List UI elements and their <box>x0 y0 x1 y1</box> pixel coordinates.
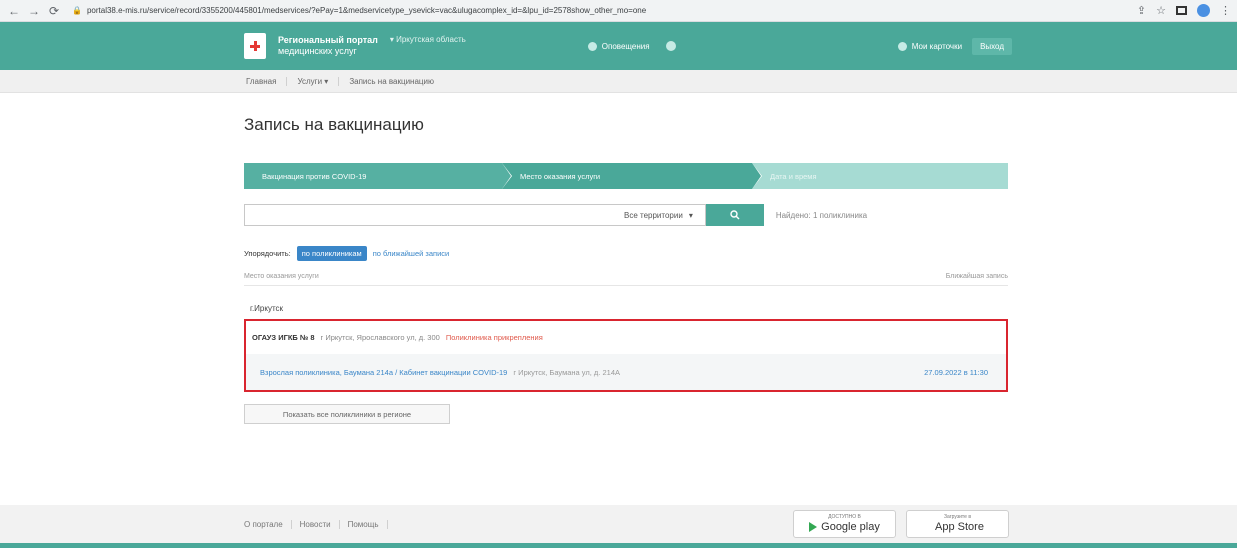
forward-icon[interactable]: → <box>26 3 42 19</box>
column-place: Место оказания услуги <box>244 273 319 280</box>
notifications-label: Оповещения <box>601 41 650 51</box>
page-title: Запись на вакцинацию <box>244 115 424 134</box>
cabinet-address: г Иркутск, Баумана ул, д. 214А <box>513 367 620 377</box>
city-heading: г.Иркутск <box>250 304 284 313</box>
address-bar[interactable]: 🔒 portal38.e-mis.ru/service/record/33552… <box>72 3 812 19</box>
territory-select[interactable]: Все территории ▾ <box>624 204 706 226</box>
app-store-label: App Store <box>935 521 984 533</box>
menu-icon[interactable]: ⋮ <box>1220 4 1231 17</box>
logo[interactable] <box>244 33 266 59</box>
sort-by-nearest-link[interactable]: по ближайшей записи <box>373 249 449 258</box>
logout-button[interactable]: Выход <box>972 37 1012 55</box>
profile-icon[interactable] <box>1197 4 1210 17</box>
breadcrumb-home[interactable]: Главная <box>246 76 288 86</box>
result-card: ОГАУЗ ИГКБ № 8 г Иркутск, Ярославского у… <box>244 319 1008 392</box>
clinic-name: ОГАУЗ ИГКБ № 8 <box>252 333 315 342</box>
cabinet-link[interactable]: Взрослая поликлиника, Баумана 214а / Каб… <box>260 368 507 377</box>
card-icon <box>897 41 907 51</box>
search-row: Все территории ▾ Найдено: 1 поликлиника <box>244 204 1008 226</box>
app-store-small: Загрузите в <box>944 514 971 520</box>
attachment-badge: Поликлиника прикрепления <box>445 333 543 342</box>
google-play-icon <box>809 522 818 532</box>
clinic-row: ОГАУЗ ИГКБ № 8 г Иркутск, Ярославского у… <box>246 321 1006 354</box>
site-header: Региональный портал медицинских услуг ▾ … <box>0 22 1237 70</box>
nearest-date-link[interactable]: 27.09.2022 в 11:30 <box>924 368 988 377</box>
footer-help-link[interactable]: Помощь <box>348 519 388 529</box>
step-place[interactable]: Место оказания услуги <box>502 163 762 189</box>
breadcrumb-services[interactable]: Услуги ▾ <box>297 76 340 86</box>
google-play-small: ДОСТУПНО В <box>828 514 861 520</box>
footer-news-link[interactable]: Новости <box>300 519 340 529</box>
step-datetime: Дата и время <box>752 163 1008 189</box>
app-store-button[interactable]: Загрузите в App Store <box>906 510 1009 538</box>
my-cards-link[interactable]: Мои карточки <box>897 41 963 51</box>
sort-row: Упорядочить: по поликлиникам по ближайше… <box>244 246 1008 261</box>
google-play-label: Google play <box>821 521 880 533</box>
breadcrumb-current: Запись на вакцинацию <box>349 76 434 86</box>
found-count: Найдено: 1 поликлиника <box>775 210 868 220</box>
main-content: Запись на вакцинацию Вакцинация против C… <box>244 95 1008 424</box>
search-icon <box>730 210 740 220</box>
lock-icon: 🔒 <box>72 6 82 15</box>
my-cards-label: Мои карточки <box>911 41 963 51</box>
star-icon[interactable]: ☆ <box>1156 4 1166 17</box>
back-icon[interactable]: ← <box>6 3 22 19</box>
sort-by-clinics-button[interactable]: по поликлиникам <box>296 246 367 261</box>
footer: О портале Новости Помощь ДОСТУПНО В Goog… <box>0 505 1237 543</box>
user-icon[interactable] <box>665 41 676 51</box>
bell-icon <box>587 41 597 51</box>
search-button[interactable] <box>705 204 764 226</box>
step-vaccination[interactable]: Вакцинация против COVID-19 <box>244 163 512 189</box>
column-headers: Место оказания услуги Ближайшая запись <box>244 273 1008 286</box>
footer-about-link[interactable]: О портале <box>244 519 292 529</box>
brand-line2: медицинских услуг <box>278 46 357 56</box>
bottom-strip <box>0 543 1237 548</box>
show-all-clinics-button[interactable]: Показать все поликлиники в регионе <box>244 404 450 424</box>
clinic-address: г Иркутск, Ярославского ул, д. 300 <box>320 333 440 342</box>
notifications-link[interactable]: Оповещения <box>587 41 650 51</box>
reload-icon[interactable]: ⟳ <box>46 3 62 19</box>
territory-label: Все территории <box>624 210 683 220</box>
brand[interactable]: Региональный портал медицинских услуг <box>278 35 378 57</box>
cabinet-row[interactable]: Взрослая поликлиника, Баумана 214а / Каб… <box>246 354 1006 390</box>
url-text: portal38.e-mis.ru/service/record/3355200… <box>86 6 647 15</box>
breadcrumb: Главная Услуги ▾ Запись на вакцинацию <box>0 70 1237 93</box>
chevron-down-icon: ▾ <box>688 210 693 220</box>
column-nearest: Ближайшая запись <box>945 273 1008 280</box>
search-input[interactable] <box>244 204 624 226</box>
region-label: Иркутская область <box>396 35 466 44</box>
brand-line1: Региональный портал <box>278 35 378 45</box>
share-icon[interactable]: ⇪ <box>1137 4 1146 17</box>
extensions-icon[interactable] <box>1176 6 1187 15</box>
stepper: Вакцинация против COVID-19 Место оказани… <box>244 163 1008 189</box>
google-play-button[interactable]: ДОСТУПНО В Google play <box>793 510 896 538</box>
region-selector[interactable]: ▾ Иркутская область <box>390 35 466 44</box>
sort-label: Упорядочить: <box>244 249 291 258</box>
browser-toolbar: ← → ⟳ 🔒 portal38.e-mis.ru/service/record… <box>0 0 1237 22</box>
